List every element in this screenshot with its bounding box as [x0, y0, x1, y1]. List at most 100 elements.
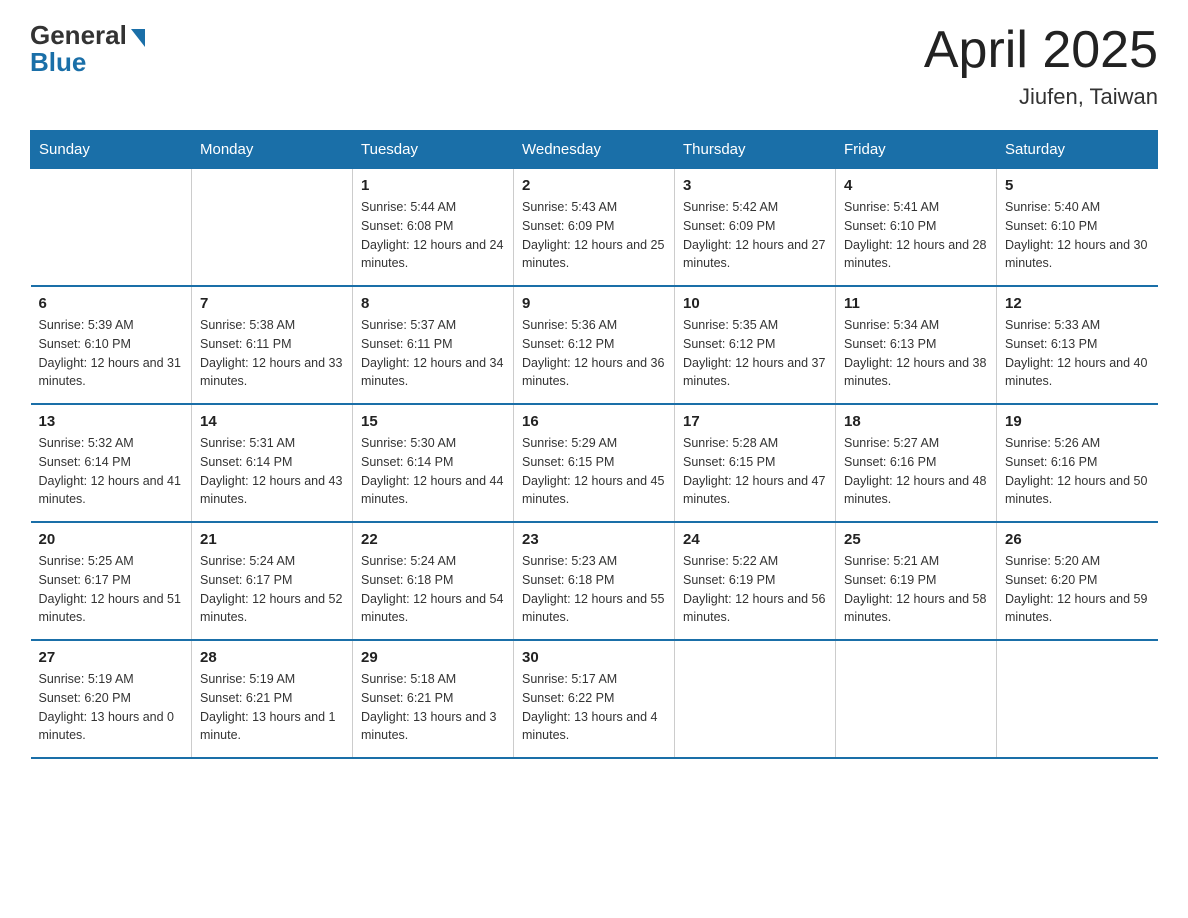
day-info: Sunrise: 5:34 AM Sunset: 6:13 PM Dayligh… [844, 316, 988, 391]
day-info: Sunrise: 5:39 AM Sunset: 6:10 PM Dayligh… [39, 316, 184, 391]
calendar-cell: 24 Sunrise: 5:22 AM Sunset: 6:19 PM Dayli… [675, 522, 836, 640]
calendar-cell: 16 Sunrise: 5:29 AM Sunset: 6:15 PM Dayli… [514, 404, 675, 522]
day-number: 12 [1005, 295, 1150, 312]
day-number: 8 [361, 295, 505, 312]
day-number: 10 [683, 295, 827, 312]
weekday-header: Tuesday [353, 131, 514, 169]
day-info: Sunrise: 5:19 AM Sunset: 6:20 PM Dayligh… [39, 670, 184, 745]
calendar-cell: 10 Sunrise: 5:35 AM Sunset: 6:12 PM Dayli… [675, 286, 836, 404]
day-number: 11 [844, 295, 988, 312]
weekday-header: Wednesday [514, 131, 675, 169]
day-number: 15 [361, 413, 505, 430]
day-info: Sunrise: 5:43 AM Sunset: 6:09 PM Dayligh… [522, 198, 666, 273]
calendar-header: SundayMondayTuesdayWednesdayThursdayFrid… [31, 131, 1158, 169]
day-number: 5 [1005, 177, 1150, 194]
weekday-row: SundayMondayTuesdayWednesdayThursdayFrid… [31, 131, 1158, 169]
day-number: 25 [844, 531, 988, 548]
calendar-cell: 2 Sunrise: 5:43 AM Sunset: 6:09 PM Daylig… [514, 169, 675, 287]
day-number: 14 [200, 413, 344, 430]
day-info: Sunrise: 5:33 AM Sunset: 6:13 PM Dayligh… [1005, 316, 1150, 391]
calendar-cell: 12 Sunrise: 5:33 AM Sunset: 6:13 PM Dayli… [997, 286, 1158, 404]
calendar-cell: 20Sunrise: 5:25 AM Sunset: 6:17 PM Dayli… [31, 522, 192, 640]
calendar-cell: 23Sunrise: 5:23 AM Sunset: 6:18 PM Dayli… [514, 522, 675, 640]
day-number: 23 [522, 531, 666, 548]
day-number: 27 [39, 649, 184, 666]
calendar-body: 1 Sunrise: 5:44 AM Sunset: 6:08 PM Daylig… [31, 169, 1158, 759]
calendar-cell [675, 640, 836, 758]
day-number: 7 [200, 295, 344, 312]
weekday-header: Saturday [997, 131, 1158, 169]
calendar-week-row: 27 Sunrise: 5:19 AM Sunset: 6:20 PM Dayli… [31, 640, 1158, 758]
day-info: Sunrise: 5:17 AM Sunset: 6:22 PM Dayligh… [522, 670, 666, 745]
day-number: 28 [200, 649, 344, 666]
day-info: Sunrise: 5:36 AM Sunset: 6:12 PM Dayligh… [522, 316, 666, 391]
logo-blue-text: Blue [30, 47, 86, 78]
logo-arrow-icon [131, 29, 145, 47]
calendar-cell: 5 Sunrise: 5:40 AM Sunset: 6:10 PM Daylig… [997, 169, 1158, 287]
calendar-cell: 25 Sunrise: 5:21 AM Sunset: 6:19 PM Dayli… [836, 522, 997, 640]
calendar-cell: 26 Sunrise: 5:20 AM Sunset: 6:20 PM Dayli… [997, 522, 1158, 640]
day-number: 18 [844, 413, 988, 430]
page-header: General Blue April 2025 Jiufen, Taiwan [30, 20, 1158, 110]
day-number: 13 [39, 413, 184, 430]
calendar-week-row: 1 Sunrise: 5:44 AM Sunset: 6:08 PM Daylig… [31, 169, 1158, 287]
day-info: Sunrise: 5:30 AM Sunset: 6:14 PM Dayligh… [361, 434, 505, 509]
month-title: April 2025 [924, 20, 1158, 80]
calendar-cell: 4 Sunrise: 5:41 AM Sunset: 6:10 PM Daylig… [836, 169, 997, 287]
day-number: 26 [1005, 531, 1150, 548]
calendar-cell [836, 640, 997, 758]
day-info: Sunrise: 5:26 AM Sunset: 6:16 PM Dayligh… [1005, 434, 1150, 509]
title-section: April 2025 Jiufen, Taiwan [924, 20, 1158, 110]
day-info: Sunrise: 5:41 AM Sunset: 6:10 PM Dayligh… [844, 198, 988, 273]
day-number: 4 [844, 177, 988, 194]
location: Jiufen, Taiwan [924, 84, 1158, 110]
calendar-cell: 8 Sunrise: 5:37 AM Sunset: 6:11 PM Daylig… [353, 286, 514, 404]
day-number: 22 [361, 531, 505, 548]
calendar-table: SundayMondayTuesdayWednesdayThursdayFrid… [30, 130, 1158, 759]
day-info: Sunrise: 5:18 AM Sunset: 6:21 PM Dayligh… [361, 670, 505, 745]
day-number: 2 [522, 177, 666, 194]
day-number: 19 [1005, 413, 1150, 430]
day-number: 21 [200, 531, 344, 548]
calendar-week-row: 6Sunrise: 5:39 AM Sunset: 6:10 PM Daylig… [31, 286, 1158, 404]
day-info: Sunrise: 5:25 AM Sunset: 6:17 PM Dayligh… [39, 552, 184, 627]
calendar-cell: 17Sunrise: 5:28 AM Sunset: 6:15 PM Dayli… [675, 404, 836, 522]
day-info: Sunrise: 5:44 AM Sunset: 6:08 PM Dayligh… [361, 198, 505, 273]
day-info: Sunrise: 5:24 AM Sunset: 6:17 PM Dayligh… [200, 552, 344, 627]
calendar-cell: 14Sunrise: 5:31 AM Sunset: 6:14 PM Dayli… [192, 404, 353, 522]
calendar-cell: 13 Sunrise: 5:32 AM Sunset: 6:14 PM Dayli… [31, 404, 192, 522]
day-info: Sunrise: 5:35 AM Sunset: 6:12 PM Dayligh… [683, 316, 827, 391]
day-number: 16 [522, 413, 666, 430]
calendar-cell: 30 Sunrise: 5:17 AM Sunset: 6:22 PM Dayli… [514, 640, 675, 758]
day-info: Sunrise: 5:40 AM Sunset: 6:10 PM Dayligh… [1005, 198, 1150, 273]
day-number: 30 [522, 649, 666, 666]
weekday-header: Sunday [31, 131, 192, 169]
day-number: 29 [361, 649, 505, 666]
day-info: Sunrise: 5:38 AM Sunset: 6:11 PM Dayligh… [200, 316, 344, 391]
logo: General Blue [30, 20, 145, 78]
day-number: 3 [683, 177, 827, 194]
calendar-cell: 21 Sunrise: 5:24 AM Sunset: 6:17 PM Dayli… [192, 522, 353, 640]
day-info: Sunrise: 5:22 AM Sunset: 6:19 PM Dayligh… [683, 552, 827, 627]
calendar-cell: 27 Sunrise: 5:19 AM Sunset: 6:20 PM Dayli… [31, 640, 192, 758]
day-info: Sunrise: 5:21 AM Sunset: 6:19 PM Dayligh… [844, 552, 988, 627]
calendar-cell: 1 Sunrise: 5:44 AM Sunset: 6:08 PM Daylig… [353, 169, 514, 287]
day-info: Sunrise: 5:29 AM Sunset: 6:15 PM Dayligh… [522, 434, 666, 509]
calendar-cell: 28Sunrise: 5:19 AM Sunset: 6:21 PM Dayli… [192, 640, 353, 758]
day-info: Sunrise: 5:20 AM Sunset: 6:20 PM Dayligh… [1005, 552, 1150, 627]
calendar-week-row: 20Sunrise: 5:25 AM Sunset: 6:17 PM Dayli… [31, 522, 1158, 640]
calendar-cell: 29 Sunrise: 5:18 AM Sunset: 6:21 PM Dayli… [353, 640, 514, 758]
day-info: Sunrise: 5:37 AM Sunset: 6:11 PM Dayligh… [361, 316, 505, 391]
day-info: Sunrise: 5:42 AM Sunset: 6:09 PM Dayligh… [683, 198, 827, 273]
day-number: 24 [683, 531, 827, 548]
day-info: Sunrise: 5:32 AM Sunset: 6:14 PM Dayligh… [39, 434, 184, 509]
day-number: 9 [522, 295, 666, 312]
day-number: 1 [361, 177, 505, 194]
calendar-cell: 9 Sunrise: 5:36 AM Sunset: 6:12 PM Daylig… [514, 286, 675, 404]
calendar-cell: 3 Sunrise: 5:42 AM Sunset: 6:09 PM Daylig… [675, 169, 836, 287]
calendar-cell [31, 169, 192, 287]
calendar-cell: 15 Sunrise: 5:30 AM Sunset: 6:14 PM Dayli… [353, 404, 514, 522]
calendar-cell: 22Sunrise: 5:24 AM Sunset: 6:18 PM Dayli… [353, 522, 514, 640]
calendar-week-row: 13 Sunrise: 5:32 AM Sunset: 6:14 PM Dayli… [31, 404, 1158, 522]
calendar-cell: 19 Sunrise: 5:26 AM Sunset: 6:16 PM Dayli… [997, 404, 1158, 522]
